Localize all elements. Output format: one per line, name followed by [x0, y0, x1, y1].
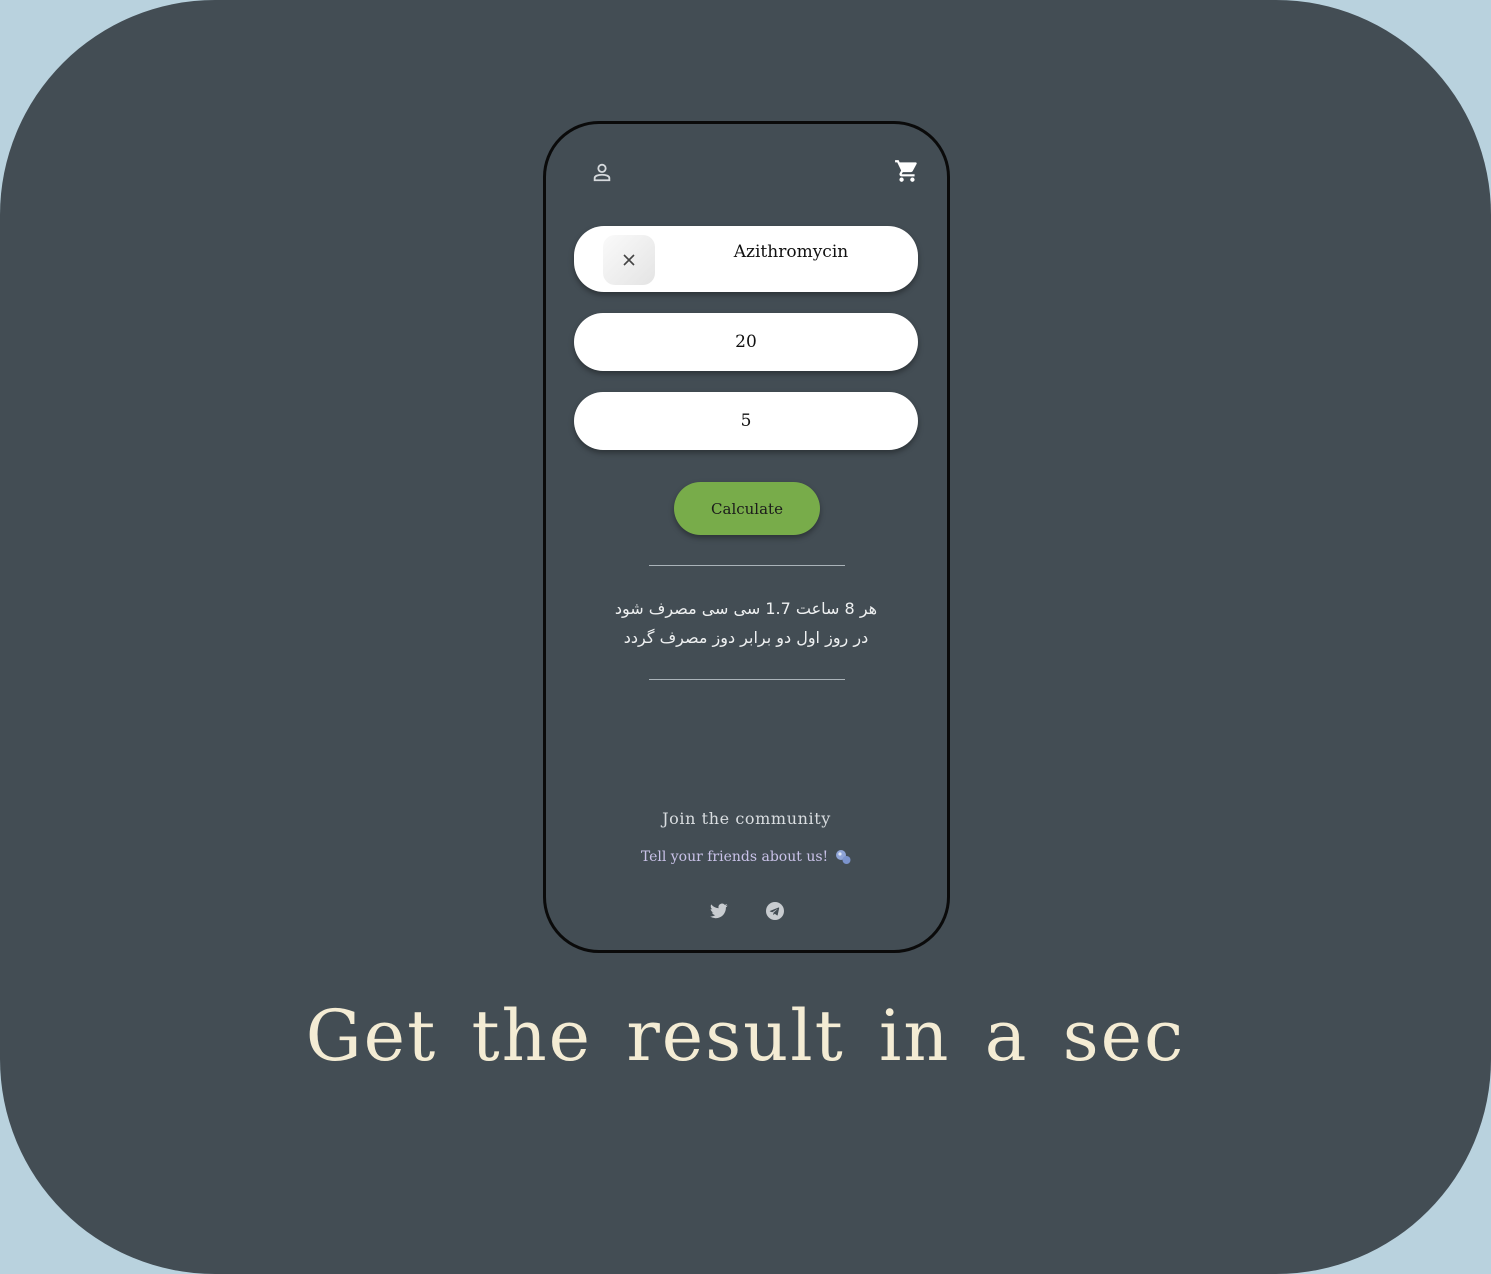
result-line-2: در روز اول دو برابر دوز مصرف گردد — [623, 628, 869, 647]
dose-field — [574, 313, 918, 371]
headline: Get the result in a sec — [305, 995, 1186, 1077]
dose-input[interactable] — [574, 313, 918, 371]
twitter-icon — [710, 903, 728, 919]
days-input[interactable] — [574, 392, 918, 450]
telegram-link[interactable] — [764, 900, 786, 922]
drug-name-field — [574, 226, 918, 292]
drug-name-input[interactable] — [574, 226, 918, 278]
community-title: Join the community — [662, 809, 831, 828]
tell-friends-text: Tell your friends about us! — [640, 849, 829, 865]
calculate-button[interactable]: Calculate — [674, 482, 820, 535]
cart-button[interactable] — [892, 156, 922, 186]
result-text: هر 8 ساعت 1.7 سی سی مصرف شود در روز اول … — [576, 594, 916, 652]
twitter-link[interactable] — [708, 900, 730, 922]
days-field — [574, 392, 918, 450]
profile-button[interactable] — [587, 157, 617, 187]
tell-friends-line: Tell your friends about us! — [546, 848, 947, 866]
result-line-1: هر 8 ساعت 1.7 سی سی مصرف شود — [614, 599, 878, 618]
cart-icon — [895, 160, 917, 182]
telegram-icon — [766, 902, 784, 920]
bubbles-icon — [836, 850, 851, 864]
promo-card: Calculate هر 8 ساعت 1.7 سی سی مصرف شود د… — [0, 0, 1491, 1274]
phone-frame: Calculate هر 8 ساعت 1.7 سی سی مصرف شود د… — [543, 121, 950, 953]
user-icon — [593, 163, 611, 182]
divider-bottom — [649, 679, 845, 680]
divider-top — [649, 565, 845, 566]
